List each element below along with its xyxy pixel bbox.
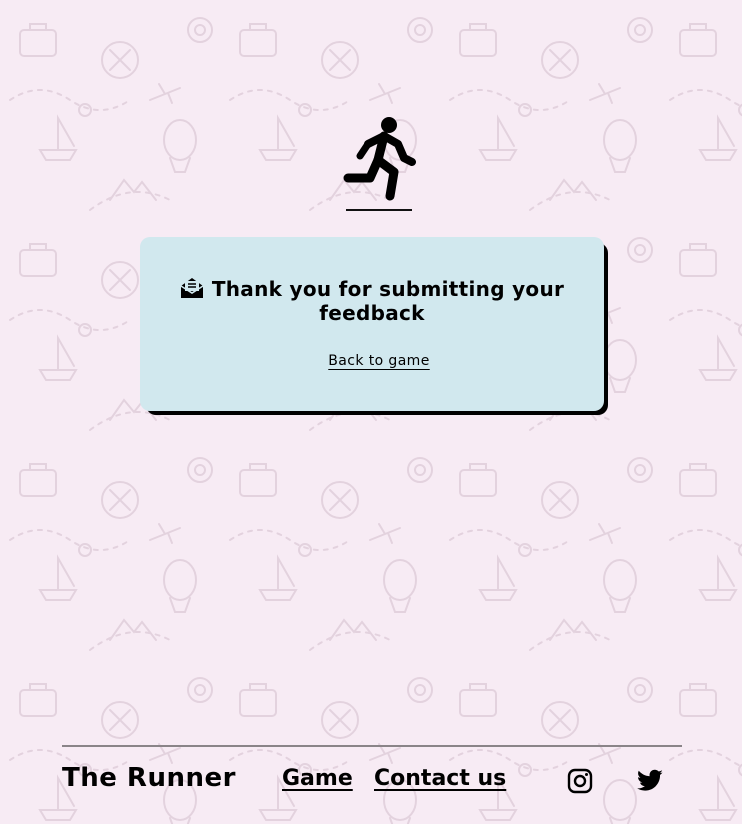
back-to-game-link-wrap: Back to game: [300, 353, 458, 369]
footer-nav-game[interactable]: Game: [282, 766, 353, 791]
running-person-icon: [340, 114, 418, 214]
footer-nav-contact[interactable]: Contact us: [374, 766, 506, 791]
confirmation-message-text: Thank you for submitting your feedback: [211, 277, 565, 325]
footer-brand: The Runner: [62, 763, 236, 793]
back-to-game-link[interactable]: Back to game: [328, 353, 429, 369]
page: Thank you for submitting your feedback B…: [0, 0, 742, 824]
footer-divider: [62, 745, 682, 747]
confirmation-message: Thank you for submitting your feedback: [160, 277, 584, 324]
instagram-icon[interactable]: [566, 767, 594, 795]
twitter-icon[interactable]: [636, 767, 664, 795]
envelope-open-icon: [180, 277, 204, 303]
logo-underline: [346, 209, 412, 211]
